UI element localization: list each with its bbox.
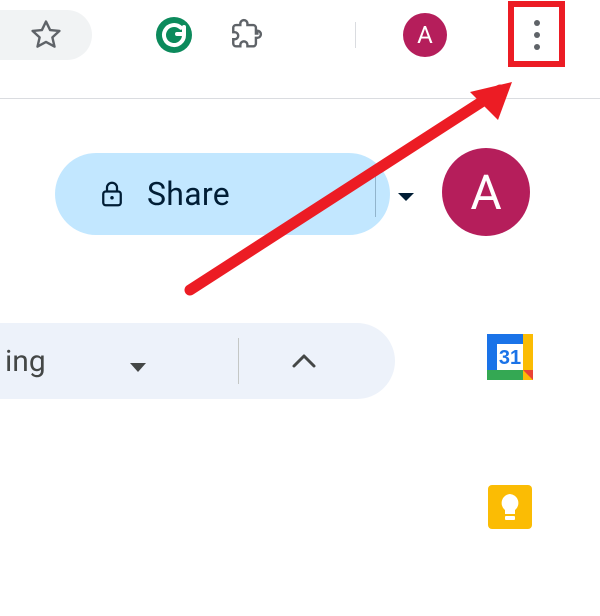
- toolbar-separator: [355, 22, 356, 48]
- omnibox-tail: [0, 10, 92, 60]
- grammarly-extension-icon[interactable]: [152, 13, 196, 57]
- chrome-profile-avatar[interactable]: A: [403, 13, 447, 57]
- svg-text:31: 31: [499, 347, 521, 369]
- editing-mode-label-partial: ing: [5, 344, 46, 379]
- share-button-separator: [375, 171, 376, 217]
- chevron-up-icon[interactable]: [290, 349, 318, 377]
- google-account-avatar[interactable]: A: [442, 148, 530, 236]
- caret-down-icon[interactable]: [130, 358, 146, 377]
- share-button[interactable]: Share: [55, 153, 390, 235]
- avatar-letter: A: [417, 21, 433, 49]
- extensions-puzzle-icon[interactable]: [224, 13, 268, 57]
- browser-toolbar: A: [0, 0, 600, 70]
- lock-icon: [97, 179, 127, 209]
- editing-mode-dropdown[interactable]: ing: [0, 323, 395, 399]
- share-button-label: Share: [147, 175, 230, 213]
- google-calendar-icon[interactable]: 31: [485, 332, 535, 382]
- bookmark-star-icon[interactable]: [29, 18, 63, 52]
- mode-pill-separator: [238, 338, 239, 384]
- avatar-letter: A: [470, 164, 501, 221]
- caret-down-icon[interactable]: [397, 189, 415, 208]
- chrome-menu-button[interactable]: [515, 13, 559, 57]
- google-keep-icon[interactable]: [485, 482, 535, 532]
- kebab-icon: [534, 17, 540, 53]
